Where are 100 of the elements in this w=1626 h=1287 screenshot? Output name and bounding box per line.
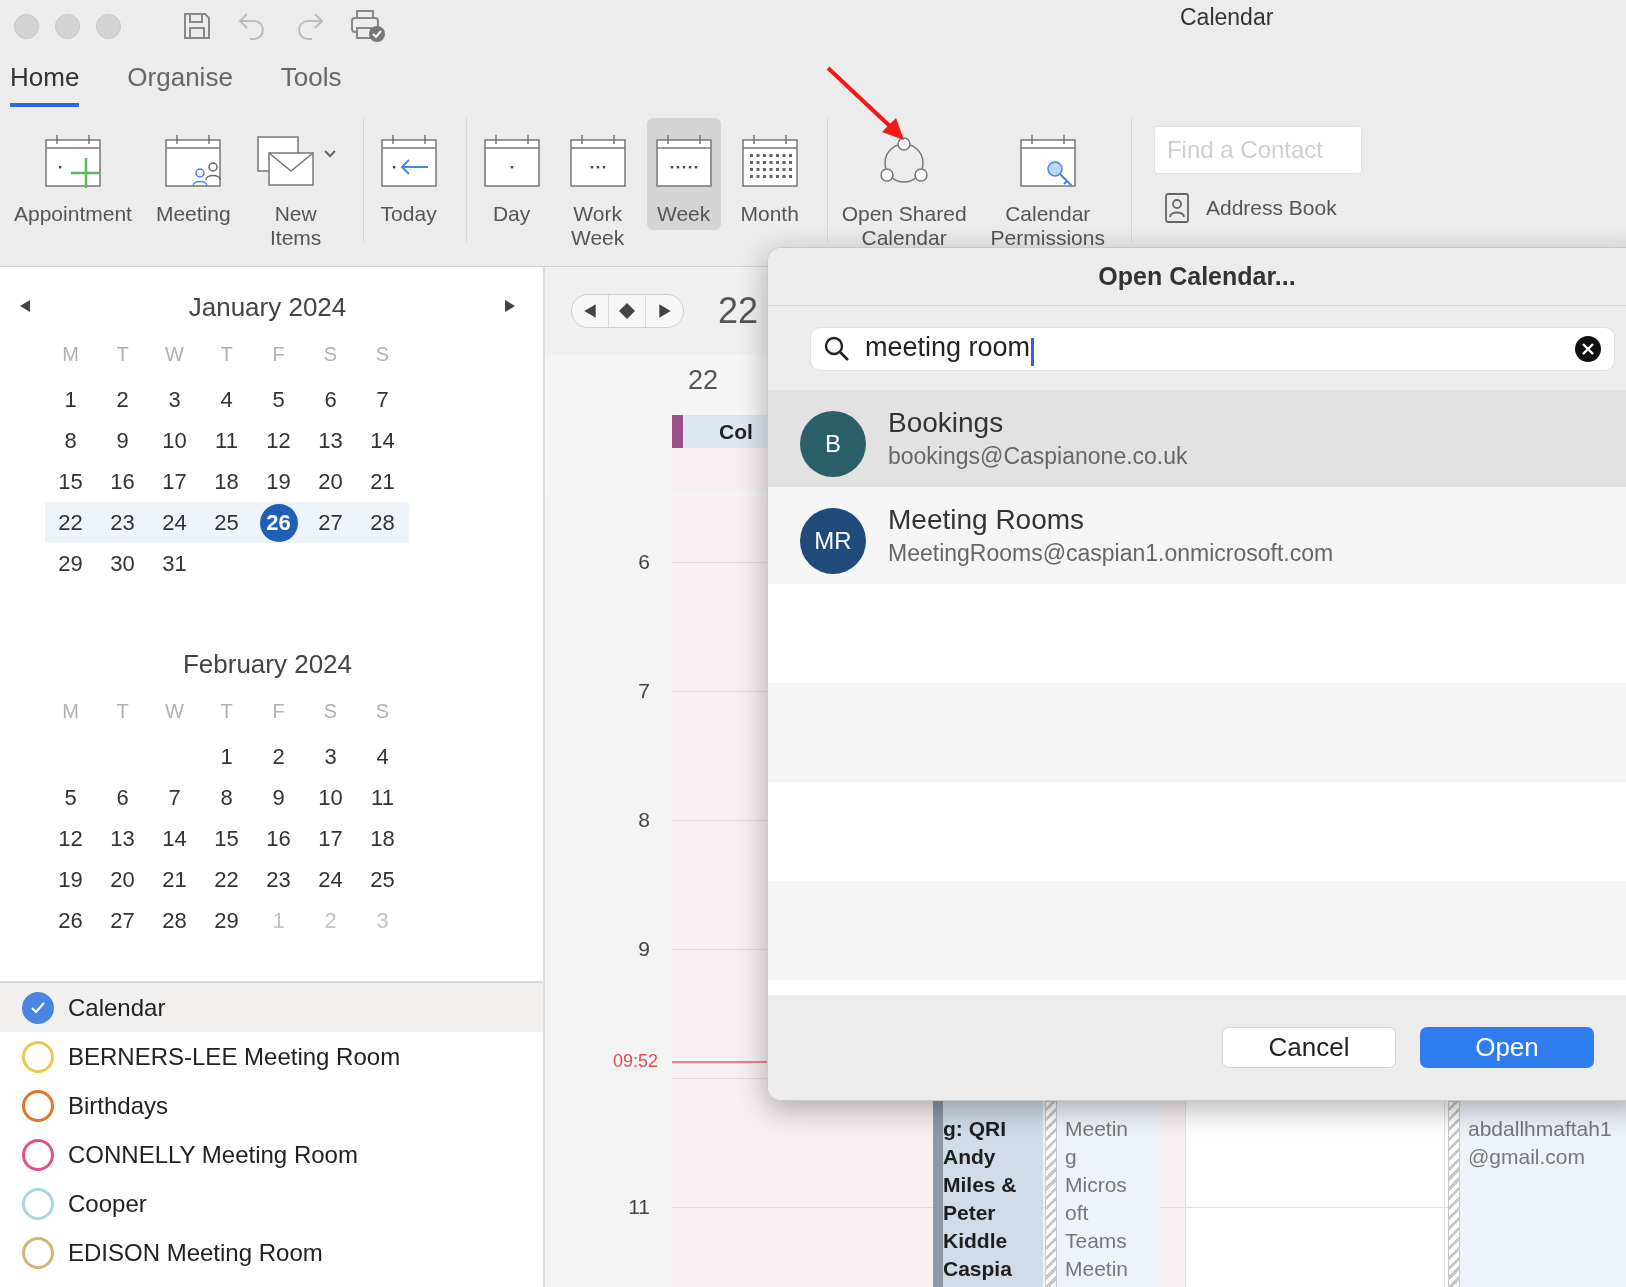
ribbon-button[interactable]: Work Week	[560, 118, 635, 254]
dialog-button[interactable]: Open	[1420, 1027, 1594, 1068]
calendar-day[interactable]: 7	[363, 380, 402, 419]
calendar-day[interactable]: 28	[363, 503, 402, 542]
calendar-day[interactable]: 16	[259, 819, 298, 858]
address-book-button[interactable]: Address Book	[1153, 192, 1362, 224]
calendar-day[interactable]: 4	[363, 737, 402, 776]
calendar-list-item[interactable]: BERNERS-LEE Meeting Room	[0, 1032, 543, 1081]
calendar-day[interactable]: 23	[259, 860, 298, 899]
calendar-list-item[interactable]: CONNELLY Meeting Room	[0, 1130, 543, 1179]
calendar-day[interactable]: 5	[51, 778, 90, 817]
calendar-day[interactable]: 25	[363, 860, 402, 899]
ribbon-button[interactable]: Week	[646, 118, 721, 230]
calendar-day[interactable]: 13	[103, 819, 142, 858]
calendar-day[interactable]: 13	[311, 421, 350, 460]
calendar-day[interactable]: 27	[311, 503, 350, 542]
calendar-list-item[interactable]: Birthdays	[0, 1081, 543, 1130]
calendar-checkbox[interactable]	[22, 1236, 54, 1269]
ribbon-tab[interactable]: Tools	[280, 62, 342, 107]
calendar-day[interactable]: 26	[51, 901, 90, 940]
calendar-day[interactable]: 20	[103, 860, 142, 899]
calendar-day[interactable]: 27	[103, 901, 142, 940]
calendar-day[interactable]: 5	[259, 380, 298, 419]
calendar-day[interactable]: 14	[363, 421, 402, 460]
calendar-event[interactable]: Meetin g Micros oft Teams Meetin	[1045, 1101, 1161, 1287]
calendar-day[interactable]: 21	[363, 462, 402, 501]
calendar-day[interactable]: 10	[311, 778, 350, 817]
right-triangle-icon	[656, 303, 673, 319]
calendar-day[interactable]: 6	[311, 380, 350, 419]
calendar-day[interactable]: 26	[259, 503, 298, 542]
calendar-day[interactable]: 20	[311, 462, 350, 501]
calendar-day[interactable]: 1	[207, 737, 246, 776]
ribbon-button[interactable]: Month	[732, 118, 807, 230]
calendar-day[interactable]: 17	[311, 819, 350, 858]
calendar-day[interactable]: 4	[207, 380, 246, 419]
calendar-checkbox[interactable]	[22, 991, 54, 1024]
calendar-list-item[interactable]: Cooper	[0, 1179, 543, 1228]
calendar-day[interactable]: 23	[103, 503, 142, 542]
search-result[interactable]: MR Meeting Rooms MeetingRooms@caspian1.onmicrosoft.com	[768, 487, 1626, 584]
ribbon-button[interactable]: Appointment	[8, 118, 138, 230]
calendar-day[interactable]: 24	[311, 860, 350, 899]
calendar-day[interactable]: 22	[51, 503, 90, 542]
day-header: 22	[688, 364, 719, 396]
calendar-day[interactable]: 9	[259, 778, 298, 817]
calendar-day[interactable]: 22	[207, 860, 246, 899]
calendar-day[interactable]: 11	[363, 778, 402, 817]
dialog-button[interactable]: Cancel	[1222, 1027, 1396, 1068]
calendar-day[interactable]: 15	[207, 819, 246, 858]
ribbon-button[interactable]: Day	[474, 118, 549, 230]
calendar-day[interactable]: 19	[259, 462, 298, 501]
calendar-checkbox[interactable]	[22, 1089, 54, 1122]
calendar-day[interactable]: 8	[207, 778, 246, 817]
ribbon-tab[interactable]: Home	[10, 62, 80, 107]
calendar-list-item[interactable]: EDISON Meeting Room	[0, 1228, 543, 1277]
calendar-day[interactable]: 21	[155, 860, 194, 899]
ribbon-button[interactable]: Open Shared Calendar	[835, 118, 973, 254]
ribbon-tab[interactable]: Organise	[127, 62, 233, 107]
calendar-day[interactable]: 18	[207, 462, 246, 501]
calendar-day[interactable]: 29	[51, 544, 90, 583]
calendar-day[interactable]: 8	[51, 421, 90, 460]
calendar-day[interactable]: 31	[155, 544, 194, 583]
calendar-list-item[interactable]: Calendar	[0, 983, 543, 1032]
weekday-label: S	[322, 699, 339, 724]
calendar-day[interactable]: 3	[155, 380, 194, 419]
calendar-day[interactable]: 3	[311, 737, 350, 776]
calendar-event[interactable]: g: QRI Andy Miles & Peter Kiddle Caspia	[933, 1101, 1043, 1287]
save-icon[interactable]	[181, 10, 213, 42]
calendar-day[interactable]: 29	[207, 901, 246, 940]
calendar-day[interactable]: 25	[207, 503, 246, 542]
search-result[interactable]: B Bookings bookings@Caspianone.co.uk	[768, 390, 1626, 487]
calendar-day[interactable]: 9	[103, 421, 142, 460]
calendar-day[interactable]: 16	[103, 462, 142, 501]
clear-icon[interactable]	[1574, 335, 1602, 363]
calendar-day[interactable]: 14	[155, 819, 194, 858]
calendar-day[interactable]: 11	[207, 421, 246, 460]
calendar-day[interactable]: 24	[155, 503, 194, 542]
calendar-checkbox[interactable]	[22, 1187, 54, 1220]
calendar-day[interactable]: 30	[103, 544, 142, 583]
calendar-day[interactable]: 6	[103, 778, 142, 817]
calendar-day[interactable]: 18	[363, 819, 402, 858]
calendar-day[interactable]: 12	[259, 421, 298, 460]
ribbon-button[interactable]: Today	[371, 118, 446, 230]
calendar-day[interactable]: 2	[103, 380, 142, 419]
calendar-checkbox[interactable]	[22, 1138, 54, 1171]
calendar-checkbox[interactable]	[22, 1040, 54, 1073]
calendar-day[interactable]: 17	[155, 462, 194, 501]
calendar-day[interactable]: 28	[155, 901, 194, 940]
calendar-day[interactable]: 7	[155, 778, 194, 817]
ribbon-button[interactable]: New Items	[248, 118, 343, 254]
calendar-day[interactable]: 19	[51, 860, 90, 899]
search-field[interactable]: meeting room	[811, 328, 1614, 370]
calendar-day[interactable]: 12	[51, 819, 90, 858]
calendar-day[interactable]: 2	[259, 737, 298, 776]
calendar-day[interactable]: 10	[155, 421, 194, 460]
ribbon-button[interactable]: Meeting	[149, 118, 237, 230]
calendar-day[interactable]: 15	[51, 462, 90, 501]
ribbon-button[interactable]: Calendar Permissions	[984, 118, 1111, 254]
calendar-event[interactable]: abdallhmaftah1 @gmail.com	[1448, 1101, 1626, 1287]
calendar-day[interactable]: 1	[51, 380, 90, 419]
print-icon[interactable]	[349, 8, 387, 44]
